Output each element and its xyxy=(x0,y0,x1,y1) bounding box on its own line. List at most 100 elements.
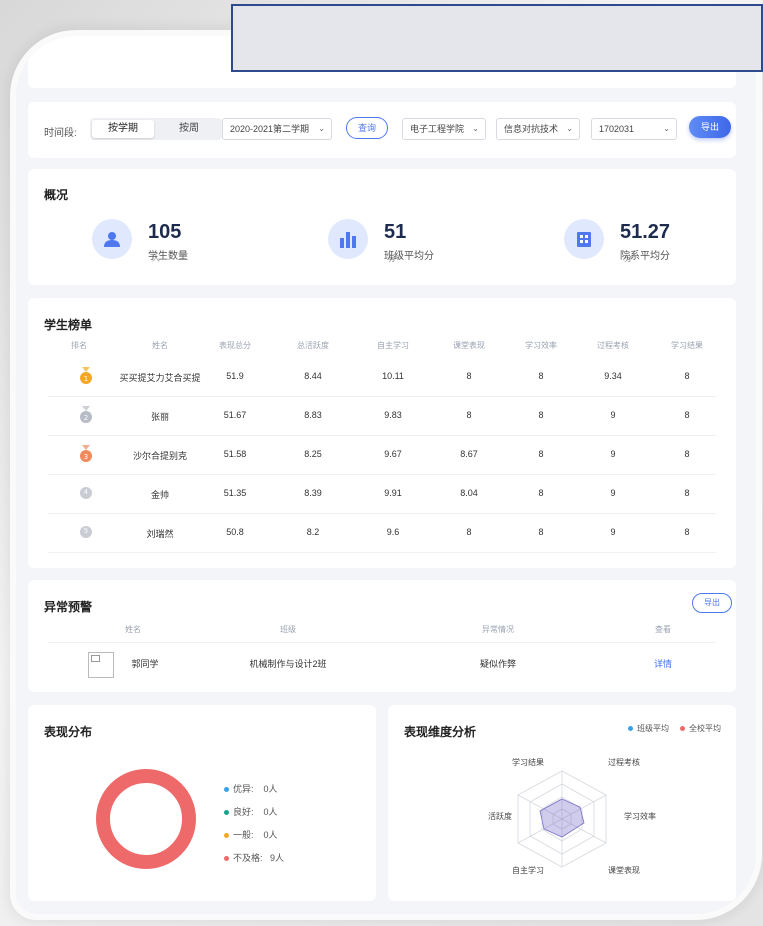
cell-result: 8 xyxy=(684,527,690,537)
user-icon xyxy=(104,232,120,247)
cell-name: 金帅 xyxy=(150,490,169,500)
building-icon xyxy=(577,232,591,247)
radar-chart xyxy=(517,770,607,868)
chevron-down-icon: ⌄ xyxy=(318,124,325,133)
major-select-value: 信息对抗技术 xyxy=(504,124,559,134)
cell-class: 8 xyxy=(466,527,472,537)
college-select[interactable]: 电子工程学院 ⌄ xyxy=(402,118,486,140)
cell-efficiency: 8 xyxy=(538,410,544,420)
cell-activity: 8.44 xyxy=(304,371,322,381)
cell-result: 8 xyxy=(684,410,690,420)
medal-icon: 3 xyxy=(79,445,93,463)
col-header: 异常情况 xyxy=(482,625,514,634)
cell-total: 51.67 xyxy=(223,410,247,420)
cell-self: 9.91 xyxy=(384,488,402,498)
cell-activity: 8.2 xyxy=(306,527,320,537)
overview-title: 概况 xyxy=(44,188,69,202)
ranking-table-header: 排名 姓名 表现总分 总活跃度 自主学习 课堂表现 学习效率 过程考核 学习结果 xyxy=(28,340,736,354)
term-select-value: 2020-2021第二学期 xyxy=(230,124,310,134)
cell-activity: 8.25 xyxy=(304,449,322,459)
alert-export-button[interactable]: 导出 xyxy=(692,593,732,613)
stat-label: 班级平均分 xyxy=(384,251,434,262)
legend-dot xyxy=(628,726,633,732)
table-row: 2 张丽 51.67 8.83 9.83 8 8 9 8 xyxy=(48,397,716,436)
cell-name: 刘瑞然 xyxy=(146,529,174,539)
cell-total: 51.35 xyxy=(223,488,247,498)
table-row: 5 刘瑞然 50.8 8.2 9.6 8 8 9 8 xyxy=(48,514,716,553)
cell-activity: 8.39 xyxy=(304,488,322,498)
class-select[interactable]: 1702031 ⌄ xyxy=(591,118,677,140)
cell-self: 10.11 xyxy=(382,371,404,381)
avatar xyxy=(88,652,114,678)
seg-by-term[interactable]: 按学期 xyxy=(92,120,154,138)
cell-class: 8 xyxy=(466,410,472,420)
ring-segment-fail xyxy=(96,769,196,869)
alert-class: 机械制作与设计2班 xyxy=(249,659,327,669)
medal-icon: 1 xyxy=(79,367,93,385)
cell-self: 9.6 xyxy=(386,527,400,537)
radar-axis-label: 过程考核 xyxy=(608,758,640,767)
alert-name: 郭同学 xyxy=(131,659,159,669)
col-header: 课堂表现 xyxy=(453,341,485,350)
rank-badge: 4 xyxy=(80,487,92,499)
legend-school-avg: 全校平均 xyxy=(680,723,721,734)
period-segmented-control: 按学期 按周 xyxy=(90,118,222,140)
major-select[interactable]: 信息对抗技术 ⌄ xyxy=(496,118,580,140)
col-header: 姓名 xyxy=(152,341,168,350)
bar-chart-icon xyxy=(340,232,356,248)
svg-text:3: 3 xyxy=(84,453,88,461)
dimensions-card: 表现维度分析 班级平均 全校平均 学习结果 过程考核 学习效率 课堂表现 自主学… xyxy=(388,705,736,901)
col-header: 姓名 xyxy=(125,625,141,634)
stat-label: 院系平均分 xyxy=(620,251,670,262)
col-header: 学习结果 xyxy=(671,341,703,350)
cell-result: 8 xyxy=(684,371,690,381)
cell-class: 8 xyxy=(466,371,472,381)
cell-process: 9 xyxy=(610,449,616,459)
cell-self: 9.67 xyxy=(384,449,402,459)
cell-result: 8 xyxy=(684,449,690,459)
dashboard-frame: 时间段: 按学期 按周 2020-2021第二学期 ⌄ 查询 电子工程学院 ⌄ … xyxy=(16,36,756,914)
term-select[interactable]: 2020-2021第二学期 ⌄ xyxy=(222,118,332,140)
dimensions-title: 表现维度分析 xyxy=(404,725,477,739)
col-header: 查看 xyxy=(655,625,671,634)
radar-axis-label: 学习结果 xyxy=(512,758,544,767)
alert-detail-link[interactable]: 详情 xyxy=(628,657,698,670)
divider xyxy=(48,642,716,643)
table-row: 4 金帅 51.35 8.39 9.91 8.04 8 9 8 xyxy=(48,475,716,514)
seg-by-week[interactable]: 按周 xyxy=(158,120,220,138)
distribution-ring-chart xyxy=(96,769,196,869)
distribution-title: 表现分布 xyxy=(44,725,93,739)
legend-good: 良好: 0人 xyxy=(224,805,278,818)
medal-icon: 2 xyxy=(79,406,93,424)
cell-efficiency: 8 xyxy=(538,527,544,537)
legend-excellent: 优异: 0人 xyxy=(224,782,278,795)
class-select-value: 1702031 xyxy=(599,124,635,134)
alert-title: 异常预警 xyxy=(44,600,93,614)
cell-result: 8 xyxy=(684,488,690,498)
alert-status: 疑似作弊 xyxy=(479,659,516,669)
query-button[interactable]: 查询 xyxy=(346,117,388,139)
distribution-card: 表现分布 优异: 0人 良好: 0人 一般: 0人 不及格: 9人 xyxy=(28,705,376,901)
filter-bar: 时间段: 按学期 按周 2020-2021第二学期 ⌄ 查询 电子工程学院 ⌄ … xyxy=(28,102,736,158)
svg-text:2: 2 xyxy=(84,414,88,422)
cell-total: 51.58 xyxy=(223,449,247,459)
college-select-value: 电子工程学院 xyxy=(410,124,465,134)
legend-fail: 不及格: 9人 xyxy=(224,851,284,864)
col-header: 表现总分 xyxy=(219,341,251,350)
stat-icon-bg xyxy=(92,219,132,259)
col-header: 自主学习 xyxy=(377,341,409,350)
stat-icon-bg xyxy=(328,219,368,259)
cell-process: 9.34 xyxy=(604,371,622,381)
export-button[interactable]: 导出 xyxy=(689,116,731,138)
rank-badge: 5 xyxy=(80,526,92,538)
legend-dot xyxy=(680,726,685,732)
radar-axis-label: 活跃度 xyxy=(488,812,512,821)
col-header: 排名 xyxy=(71,341,87,350)
ranking-card: 学生榜单 排名 姓名 表现总分 总活跃度 自主学习 课堂表现 学习效率 过程考核… xyxy=(28,298,736,568)
radar-axis-label: 学习效率 xyxy=(624,812,656,821)
legend-dot xyxy=(224,787,229,793)
col-header: 过程考核 xyxy=(597,341,629,350)
cell-name: 买买提艾力艾合买提 xyxy=(119,373,201,383)
cell-efficiency: 8 xyxy=(538,371,544,381)
chevron-down-icon: ⌄ xyxy=(472,124,479,133)
